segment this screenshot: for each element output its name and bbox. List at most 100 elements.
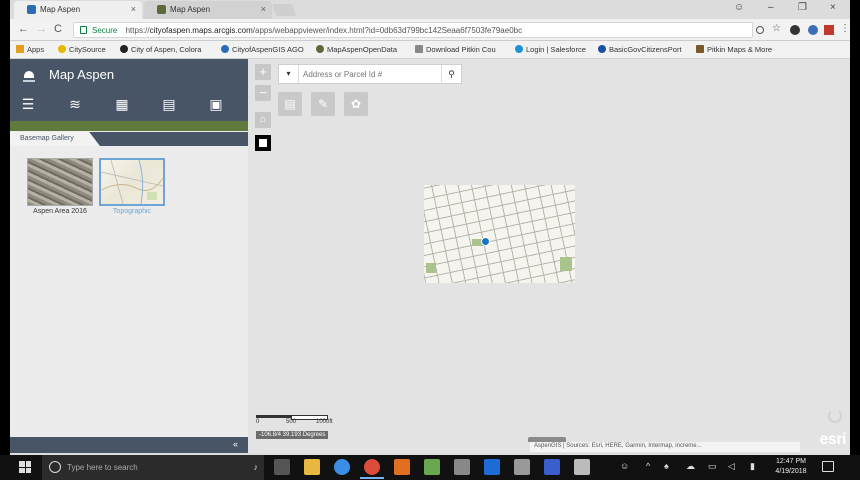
tab-basemap-gallery[interactable]: Basemap Gallery [10,132,100,146]
people-icon[interactable]: ☺ [620,461,629,471]
map-view[interactable]: + − ⌂ ▾ ⚲ ▤ ✎ ✿ [248,59,850,453]
bookmark-label: MapAspenOpenData [327,45,398,54]
clock-date: 4/19/2018 [775,468,807,475]
file-explorer-icon[interactable] [304,459,320,475]
extension-icon[interactable] [808,25,818,35]
battery-icon[interactable]: ▭ [708,461,717,472]
basemap-thumbnail[interactable] [27,158,93,206]
search-button[interactable]: ⚲ [441,65,461,83]
reload-button[interactable]: C [54,23,62,35]
app-l-icon[interactable] [394,459,410,475]
location-marker[interactable] [481,237,490,246]
address-bar[interactable]: Secure https://cityofaspen.maps.arcgis.c… [73,22,753,38]
print-icon[interactable]: ▣ [208,96,224,112]
app-blue-icon[interactable] [544,459,560,475]
bookmark-item[interactable]: City of Aspen, Colora [120,45,201,54]
volume-icon[interactable]: ◁ [728,461,735,472]
layers-icon[interactable]: ≋ [67,96,83,112]
tab-close-icon[interactable]: × [261,4,266,14]
search-source-dropdown[interactable]: ▾ [279,65,299,83]
cortana-icon [49,461,61,473]
bookmark-label: City of Aspen, Colora [131,45,202,54]
bookmark-item[interactable]: MapAspenOpenData [316,45,397,54]
star-icon[interactable]: ☆ [772,23,781,34]
zoom-out-button[interactable]: − [255,85,271,101]
maximize-button[interactable]: ❐ [798,2,807,13]
task-view-icon[interactable] [274,459,290,475]
tray-app-icon[interactable]: ♠ [664,461,669,471]
basemap-thumbnail[interactable] [99,158,165,206]
minimize-button[interactable]: – [768,2,774,13]
extension-icon[interactable] [824,25,834,35]
onedrive-icon[interactable]: ☁ [686,461,695,472]
basemap-caption: Topographic [112,208,152,215]
citysource-icon [58,45,66,53]
new-tab-button[interactable] [271,4,297,16]
active-widget-indicator [10,121,248,131]
secure-label: Secure [92,26,118,35]
list-icon[interactable]: ☰ [20,96,36,112]
basemap-gallery-icon[interactable]: ▦ [114,96,130,112]
salesforce-icon [515,45,523,53]
windows-taskbar: Type here to search ♪ ☺ ^ ♠ ☁ ▭ ◁ ▮ 12:4… [0,455,860,480]
legend-icon[interactable]: ▤ [161,96,177,112]
bookmark-label: Login | Salesforce [526,45,586,54]
map-attribution: AspenGIS | Sources: Esri, HERE, Garmin, … [530,442,800,452]
print-button[interactable]: ▤ [278,92,302,116]
bookmark-item[interactable]: BasicGovCitizensPort [598,45,682,54]
tools-icon[interactable] [514,459,530,475]
close-window-button[interactable]: × [830,2,836,13]
panel-footer: « [10,437,248,453]
network-icon[interactable]: ▮ [750,461,755,472]
map-tile [424,185,575,283]
bookmark-item[interactable]: Login | Salesforce [515,45,586,54]
taskbar-search[interactable]: Type here to search ♪ [42,455,264,480]
calculator-icon[interactable] [574,459,590,475]
profile-icon[interactable]: ☺ [734,2,744,13]
print-icon: ▤ [284,97,296,111]
zoom-in-button[interactable]: + [255,64,271,80]
home-button[interactable]: ⌂ [255,112,271,128]
map-favicon-icon [157,5,166,14]
show-hidden-icon[interactable]: ^ [646,461,650,471]
arcgis-icon [221,45,229,53]
bookmark-item[interactable]: CityofAspenGIS AGO [221,45,304,54]
bookmark-item[interactable]: Download Pitkin Cou [415,45,496,54]
pitkin-icon [696,45,704,53]
bookmark-label: CityofAspenGIS AGO [232,45,304,54]
menu-icon[interactable]: ⋮ [840,23,850,34]
scale-label: 0 [256,419,260,425]
chrome-icon[interactable] [360,459,384,479]
microphone-icon[interactable]: ♪ [254,462,259,472]
outlook-icon[interactable] [484,459,500,475]
basemap-caption: Aspen Area 2016 [33,208,87,215]
forward-button[interactable]: → [36,23,47,35]
search-input[interactable] [303,66,437,82]
url-path: /apps/webappviewer/index.html?id=0db63d7… [252,26,523,35]
edit-button[interactable]: ✎ [311,92,335,116]
side-panel: Map Aspen ☰ ≋ ▦ ▤ ▣ Basemap Gallery Aspe… [10,59,248,453]
extension-icon[interactable] [790,25,800,35]
basemap-aspen-area-2016[interactable]: Aspen Area 2016 [27,158,93,215]
collapse-panel-button[interactable]: « [233,439,238,449]
bookmark-item[interactable]: Pitkin Maps & More [696,45,772,54]
windows-start-icon[interactable] [19,461,31,473]
tab-title: Map Aspen [170,5,211,14]
app-gear-icon[interactable] [454,459,470,475]
full-extent-button[interactable] [255,135,271,151]
browser-tab-active[interactable]: Map Aspen × [14,1,142,19]
draw-button[interactable]: ✿ [344,92,368,116]
action-center-icon[interactable] [822,461,834,472]
back-button[interactable]: ← [18,23,29,35]
app-green-icon[interactable] [424,459,440,475]
system-clock[interactable]: 12:47 PM 4/19/2018 [768,457,814,477]
browser-tab[interactable]: Map Aspen × [144,1,272,19]
scale-label: 500 [286,419,297,425]
location-icon[interactable] [756,26,764,34]
basemap-topographic[interactable]: Topographic [99,158,165,215]
bookmark-item[interactable]: CitySource [58,45,106,54]
tab-close-icon[interactable]: × [131,4,136,14]
bookmark-apps[interactable]: Apps [16,45,44,54]
internet-explorer-icon[interactable] [334,459,350,475]
draw-icon: ✿ [350,97,362,111]
